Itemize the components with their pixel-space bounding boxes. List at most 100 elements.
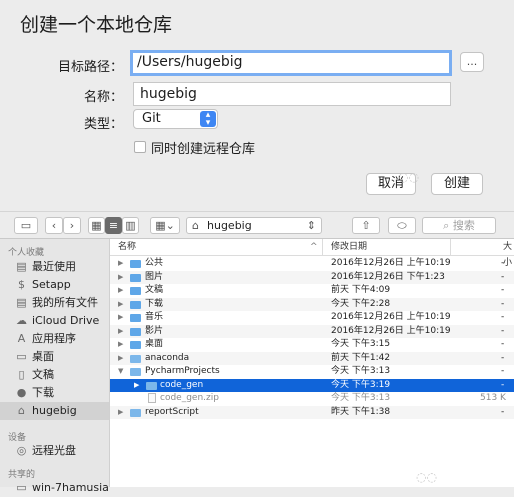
file-name: reportScript xyxy=(145,406,199,417)
apps-icon: A xyxy=(17,332,26,345)
list-icon: ≡ xyxy=(108,219,119,232)
file-date: 昨天 下午1:38 xyxy=(331,406,391,417)
file-row[interactable]: ▶ code_gen 今天 下午3:19 - xyxy=(110,378,514,392)
sidebar-item-label: Setapp xyxy=(32,278,71,291)
disclosure-closed-icon[interactable]: ▶ xyxy=(118,352,123,365)
sidebar-item-desktop[interactable]: ▭ 桌面 xyxy=(0,348,109,366)
sidebar-item-label: hugebig xyxy=(32,404,77,417)
remote-checkbox[interactable] xyxy=(134,141,146,153)
watermark-icon: ◌◌ xyxy=(398,170,419,184)
arrange-button[interactable]: ▦⌄ xyxy=(150,217,180,234)
file-row[interactable]: ▶ 公共 2016年12月26日 上午10:19 - xyxy=(110,257,514,271)
file-row[interactable]: ▶ reportScript 昨天 下午1:38 - xyxy=(110,406,514,420)
name-input[interactable]: hugebig xyxy=(133,82,451,106)
type-label: 类型： xyxy=(83,117,123,132)
file-date: 前天 下午1:42 xyxy=(331,352,391,363)
path-label: 目标路径： xyxy=(57,60,123,75)
sidebar-item-downloads[interactable]: ● 下载 xyxy=(0,384,109,402)
sidebar-item-documents[interactable]: ▯ 文稿 xyxy=(0,366,109,384)
file-date: 今天 下午2:28 xyxy=(331,298,391,309)
sidebar-toggle-button[interactable]: ▭ xyxy=(14,217,38,234)
file-size: - xyxy=(501,352,505,363)
folder-icon xyxy=(130,273,141,282)
path-input[interactable]: /Users/hugebig xyxy=(130,50,452,76)
icon-view-button[interactable]: ▦ xyxy=(88,217,105,234)
column-divider xyxy=(322,239,323,255)
column-header-name[interactable]: 名称 xyxy=(118,239,136,255)
share-button[interactable]: ⇧ xyxy=(352,217,380,234)
disclosure-closed-icon[interactable]: ▶ xyxy=(134,379,139,392)
sidebar-item-label: 桌面 xyxy=(32,350,54,363)
folder-icon xyxy=(146,381,157,390)
arrange-icon: ▦⌄ xyxy=(155,219,175,232)
chevron-updown-icon: ⇕ xyxy=(306,219,316,232)
disclosure-closed-icon[interactable]: ▶ xyxy=(118,338,123,351)
share-icon: ⇧ xyxy=(361,219,371,232)
file-row[interactable]: ▶ 图片 2016年12月26日 下午1:23 - xyxy=(110,271,514,285)
folder-icon xyxy=(130,408,141,417)
chevron-left-icon: ‹ xyxy=(51,219,57,232)
forward-button[interactable]: › xyxy=(63,217,81,234)
tag-button[interactable]: ⬭ xyxy=(388,217,416,234)
sidebar-item-icloud[interactable]: ☁ iCloud Drive xyxy=(0,312,109,330)
disclosure-closed-icon[interactable]: ▶ xyxy=(118,284,123,297)
file-row[interactable]: ▶ 桌面 今天 下午3:15 - xyxy=(110,338,514,352)
file-size: - xyxy=(501,285,505,295)
file-size: - xyxy=(501,379,505,390)
disclosure-open-icon[interactable]: ▼ xyxy=(118,365,123,378)
sidebar-item-setapp[interactable]: $ Setapp xyxy=(0,276,109,294)
sidebar-item-shared-computer[interactable]: ▭ win-7hamusia xyxy=(0,479,109,497)
file-date: 2016年12月26日 上午10:19 xyxy=(331,325,451,336)
tag-icon: ⬭ xyxy=(397,219,407,232)
file-name: code_gen xyxy=(160,379,204,390)
sidebar-item-label: 应用程序 xyxy=(32,332,76,345)
list-view-button[interactable]: ≡ xyxy=(105,217,122,234)
disclosure-closed-icon[interactable]: ▶ xyxy=(118,298,123,311)
file-row[interactable]: ▶ 音乐 2016年12月26日 上午10:19 - xyxy=(110,311,514,325)
folder-icon xyxy=(130,287,141,295)
column-header-date[interactable]: 修改日期 xyxy=(331,239,367,255)
file-size: - xyxy=(501,366,505,376)
back-button[interactable]: ‹ xyxy=(45,217,63,234)
sidebar-item-label: 我的所有文件 xyxy=(32,296,98,309)
browse-button[interactable]: ... xyxy=(460,52,484,72)
sidebar-item-remote-disc[interactable]: ◎ 远程光盘 xyxy=(0,442,109,460)
search-input[interactable]: ⌕ 搜索 xyxy=(422,217,496,234)
file-size: 513 K xyxy=(480,393,506,403)
file-row[interactable]: ▶ 影片 2016年12月26日 上午10:19 - xyxy=(110,325,514,339)
disclosure-closed-icon[interactable]: ▶ xyxy=(118,406,123,419)
file-date: 今天 下午3:13 xyxy=(331,393,391,403)
file-size: - xyxy=(501,312,505,322)
sidebar-item-recents[interactable]: ▤ 最近使用 xyxy=(0,258,109,276)
disclosure-closed-icon[interactable]: ▶ xyxy=(118,325,123,338)
file-date: 前天 下午4:09 xyxy=(331,285,391,295)
file-date: 2016年12月26日 上午10:19 xyxy=(331,258,451,268)
file-row[interactable]: code_gen.zip 今天 下午3:13 513 K xyxy=(110,392,514,406)
file-row[interactable]: ▼ PycharmProjects 今天 下午3:13 - xyxy=(110,365,514,379)
disclosure-closed-icon[interactable]: ▶ xyxy=(118,257,123,270)
column-view-button[interactable]: ▥ xyxy=(122,217,139,234)
sidebar-item-applications[interactable]: A 应用程序 xyxy=(0,330,109,348)
disclosure-closed-icon[interactable]: ▶ xyxy=(118,271,123,284)
sidebar-item-label: 最近使用 xyxy=(32,260,76,273)
download-icon: ● xyxy=(16,386,27,399)
sidebar-item-home[interactable]: ⌂ hugebig xyxy=(0,402,109,420)
file-name: PycharmProjects xyxy=(145,366,220,376)
file-row[interactable]: ▶ 文稿 前天 下午4:09 - xyxy=(110,284,514,298)
sidebar-item-label: 文稿 xyxy=(32,368,54,381)
name-label: 名称： xyxy=(83,90,123,105)
file-row[interactable]: ▶ 下载 今天 下午2:28 - xyxy=(110,298,514,312)
file-size: - xyxy=(501,298,505,309)
disc-icon: ◎ xyxy=(16,444,27,457)
search-placeholder: 搜索 xyxy=(452,219,475,232)
disclosure-closed-icon[interactable]: ▶ xyxy=(118,311,123,324)
file-date: 2016年12月26日 上午10:19 xyxy=(331,312,451,322)
file-name: 桌面 xyxy=(145,339,164,349)
type-select[interactable]: Git ▴ ▾ xyxy=(133,109,218,129)
create-button[interactable]: 创建 xyxy=(431,173,483,195)
file-row[interactable]: ▶ anaconda 前天 下午1:42 - xyxy=(110,352,514,366)
display-icon: ▭ xyxy=(16,481,27,494)
file-name: code_gen.zip xyxy=(160,393,219,403)
sidebar-item-all-files[interactable]: ▤ 我的所有文件 xyxy=(0,294,109,312)
location-popup[interactable]: ⌂ hugebig ⇕ xyxy=(186,217,322,234)
